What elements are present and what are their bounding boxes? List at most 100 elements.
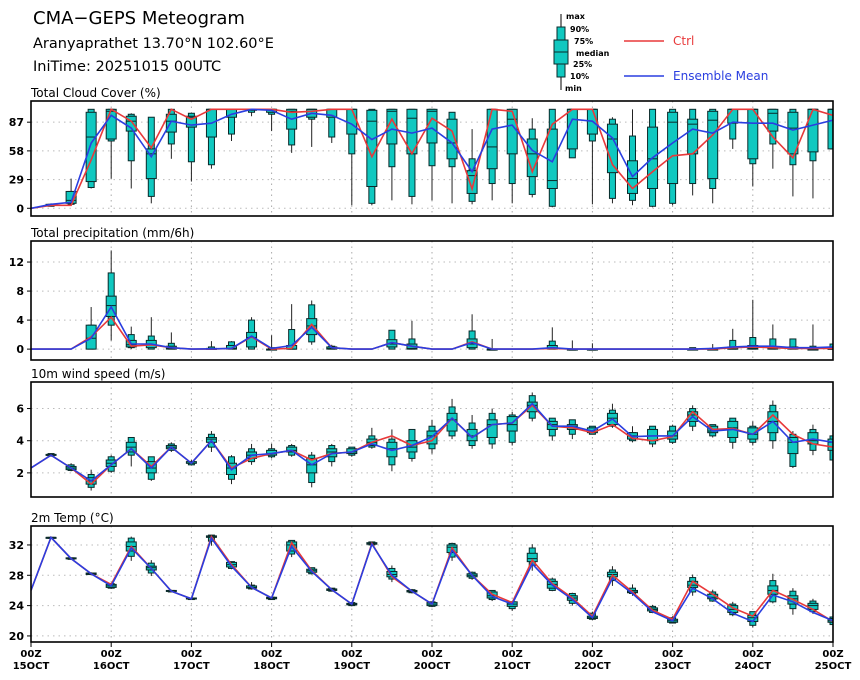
ensemble-box bbox=[386, 108, 398, 201]
y-tick-label: 29 bbox=[9, 174, 24, 187]
legend-mean-label: Ensemble Mean bbox=[673, 69, 768, 83]
x-tick-label-date: 21OCT bbox=[494, 661, 531, 672]
box-p25-p75 bbox=[486, 419, 498, 438]
legend-max-label: max bbox=[566, 12, 586, 21]
box-p25-p75 bbox=[566, 108, 578, 150]
x-tick-label-date: 20OCT bbox=[414, 661, 451, 672]
ensemble-box bbox=[406, 108, 418, 205]
ensemble-box bbox=[807, 324, 819, 351]
ensemble-box bbox=[707, 108, 719, 204]
ensemble-box bbox=[205, 108, 217, 169]
box-p25-p75 bbox=[486, 108, 498, 170]
x-axis: 00Z15OCT00Z16OCT00Z17OCT00Z18OCT00Z19OCT… bbox=[13, 642, 852, 672]
ensemble-box bbox=[145, 116, 157, 204]
x-tick-label-date: 24OCT bbox=[735, 661, 772, 672]
panel-title: 10m wind speed (m/s) bbox=[31, 367, 165, 381]
x-tick-label-time: 00Z bbox=[582, 649, 603, 660]
panel-title: Total precipitation (mm/6h) bbox=[30, 226, 194, 240]
x-tick-label-date: 19OCT bbox=[334, 661, 371, 672]
x-tick-label-time: 00Z bbox=[20, 649, 41, 660]
y-tick-label: 2 bbox=[16, 467, 24, 480]
ensemble-box bbox=[286, 108, 298, 153]
panel-1: Total precipitation (mm/6h) 0 4 8 12 bbox=[9, 226, 834, 361]
x-tick-label-date: 18OCT bbox=[253, 661, 290, 672]
ensemble-box bbox=[566, 108, 578, 159]
x-tick-label-time: 00Z bbox=[822, 649, 843, 660]
box-p25-p75 bbox=[647, 428, 659, 442]
y-tick-label: 4 bbox=[16, 314, 24, 327]
ensemble-box bbox=[687, 108, 699, 196]
ensemble-box bbox=[767, 108, 779, 169]
panel-3: 2m Temp (°C) 20 24 28 32 bbox=[9, 511, 834, 643]
legend-box-glyph bbox=[553, 14, 569, 90]
ensemble-box bbox=[606, 117, 618, 204]
ensemble-box bbox=[466, 414, 478, 449]
y-tick-label: 58 bbox=[9, 145, 24, 158]
box-group bbox=[45, 392, 833, 491]
y-tick-label: 20 bbox=[9, 630, 25, 643]
location-label: Aranyaprathet 13.70°N 102.60°E bbox=[33, 36, 274, 52]
ensemble-box bbox=[246, 317, 258, 350]
x-tick-label-time: 00Z bbox=[421, 649, 442, 660]
y-tick-label: 0 bbox=[16, 202, 24, 215]
ensemble-box bbox=[727, 108, 739, 149]
box-group bbox=[45, 534, 833, 628]
ensemble-box bbox=[486, 408, 498, 449]
x-tick-label-time: 00Z bbox=[662, 649, 683, 660]
ensemble-box bbox=[807, 108, 819, 199]
legend-p90-label: 90% bbox=[570, 25, 589, 34]
ensemble-box bbox=[627, 109, 638, 206]
box-p25-p75 bbox=[546, 128, 558, 189]
x-tick-label-time: 00Z bbox=[101, 649, 122, 660]
box-p25-p75 bbox=[787, 436, 799, 455]
box-p25-p75 bbox=[707, 110, 719, 180]
ensemble-box bbox=[506, 411, 518, 446]
panel-0: Total Cloud Cover (%) 0 29 58 87 bbox=[9, 86, 834, 217]
y-tick-label: 28 bbox=[9, 569, 24, 582]
ensemble-box bbox=[85, 108, 97, 189]
box-p25-p75 bbox=[346, 108, 358, 135]
panel-title: Total Cloud Cover (%) bbox=[30, 86, 161, 100]
init-time-label: IniTime: 20251015 00UTC bbox=[33, 59, 221, 75]
box-p25-p75 bbox=[506, 108, 518, 155]
box-p25-p75 bbox=[807, 108, 819, 153]
ensemble-box bbox=[185, 112, 197, 182]
ensemble-box bbox=[667, 424, 679, 444]
y-tick-label: 24 bbox=[9, 600, 25, 613]
x-tick-label-date: 15OCT bbox=[13, 661, 50, 672]
legend-p75-label: 75% bbox=[574, 37, 593, 46]
ensemble-box bbox=[85, 307, 97, 350]
ensemble-box bbox=[266, 443, 278, 459]
box-p25-p75 bbox=[426, 108, 438, 144]
box-p25-p75 bbox=[747, 108, 759, 160]
x-tick-label-time: 00Z bbox=[261, 649, 282, 660]
y-tick-label: 6 bbox=[16, 403, 24, 416]
legend: max 90% 75% median 25% 10% min Ctrl Ense… bbox=[553, 12, 768, 93]
x-tick-label-date: 17OCT bbox=[173, 661, 210, 672]
x-tick-label-date: 22OCT bbox=[574, 661, 611, 672]
legend-p10-label: 10% bbox=[570, 72, 589, 81]
y-tick-label: 32 bbox=[9, 539, 24, 552]
chart-title: CMA−GEPS Meteogram bbox=[33, 8, 245, 29]
x-tick-label-date: 23OCT bbox=[654, 661, 691, 672]
x-tick-label-time: 00Z bbox=[502, 649, 523, 660]
meteogram: CMA−GEPS Meteogram Aranyaprathet 13.70°N… bbox=[9, 8, 852, 672]
x-tick-label-time: 00Z bbox=[341, 649, 362, 660]
legend-p25-label: 25% bbox=[573, 60, 592, 69]
y-tick-label: 12 bbox=[9, 256, 24, 269]
box-group bbox=[85, 250, 833, 351]
ensemble-box bbox=[667, 108, 679, 206]
ensemble-box bbox=[306, 300, 318, 345]
ensemble-box bbox=[306, 451, 318, 488]
ensemble-box bbox=[727, 417, 739, 449]
box-p25-p75 bbox=[85, 111, 97, 183]
ensemble-box bbox=[105, 250, 117, 341]
box-p25-p75 bbox=[105, 108, 117, 140]
ensemble-box bbox=[546, 327, 558, 350]
x-tick-label-date: 25OCT bbox=[815, 661, 852, 672]
x-tick-label-time: 00Z bbox=[742, 649, 763, 660]
ensemble-box bbox=[446, 111, 458, 204]
legend-min-label: min bbox=[565, 84, 582, 93]
legend-median-label: median bbox=[576, 49, 610, 58]
legend-ctrl-label: Ctrl bbox=[673, 34, 694, 48]
